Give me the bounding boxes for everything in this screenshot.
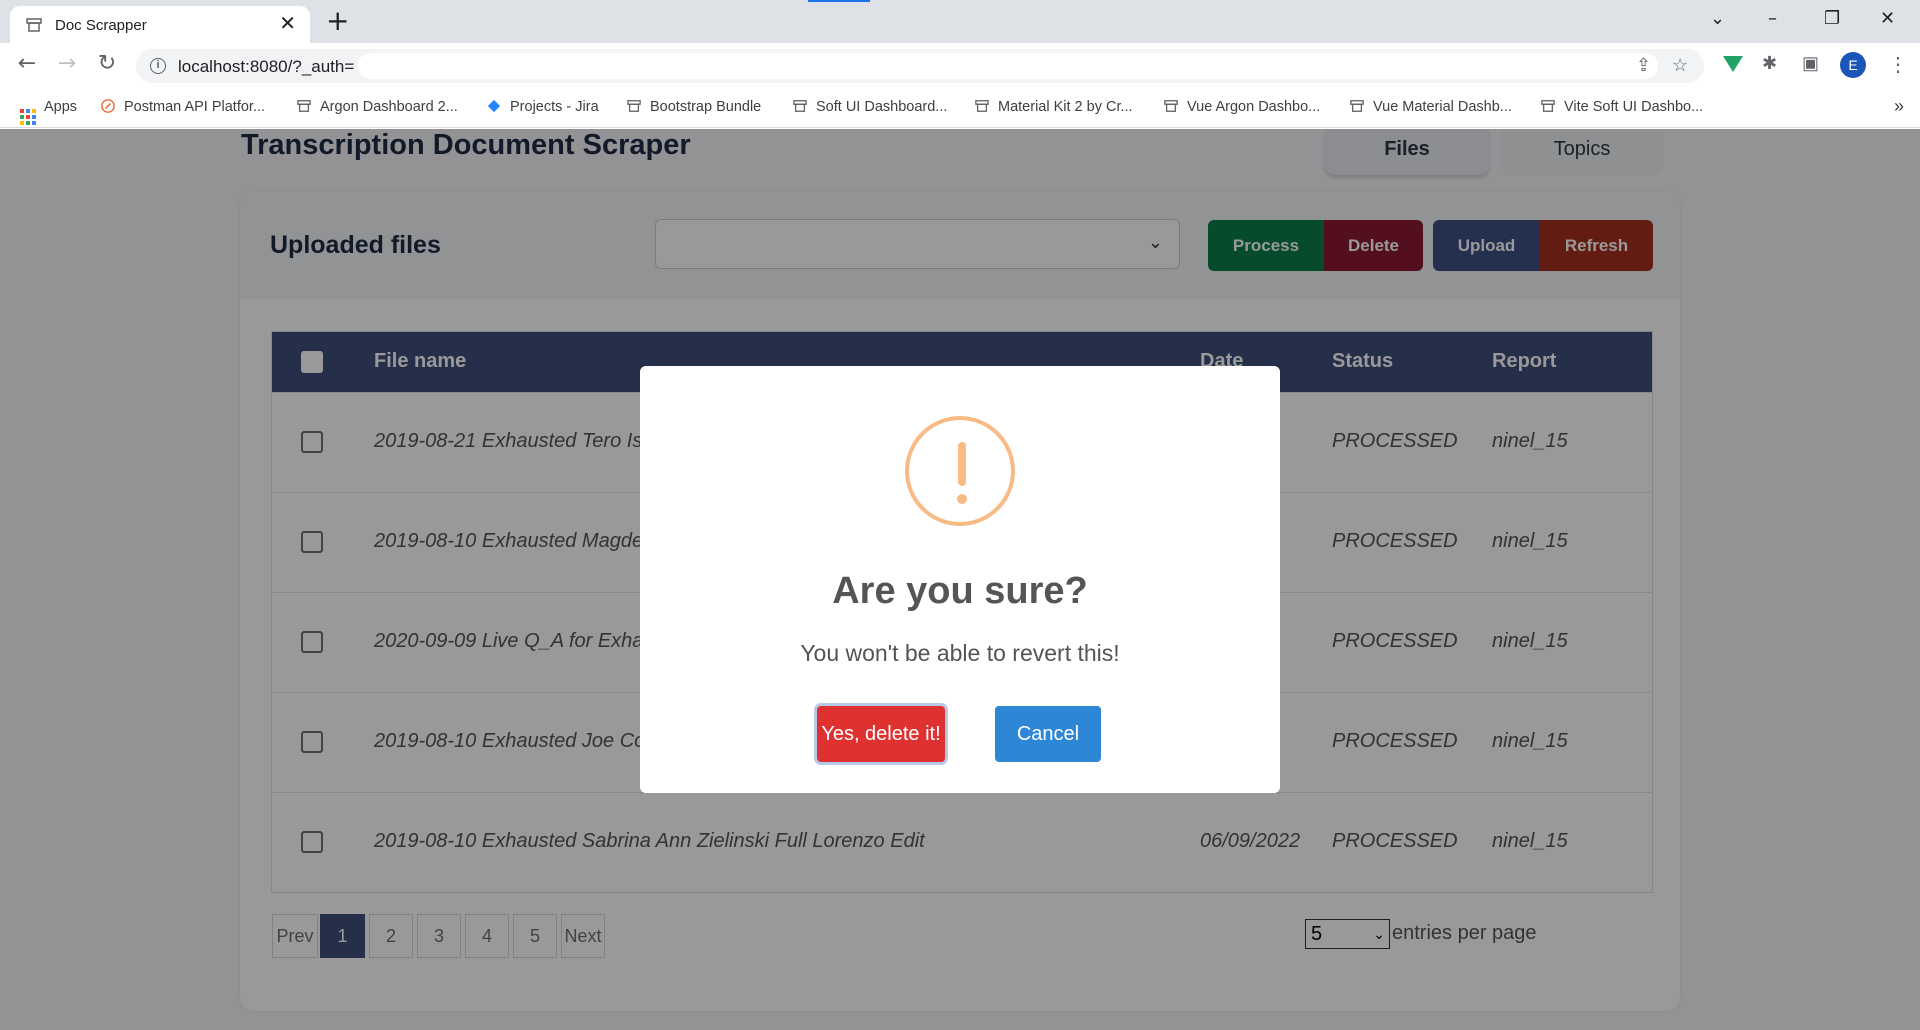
jira-icon bbox=[487, 99, 501, 113]
bookmark-label: Apps bbox=[44, 99, 78, 115]
bookmark-label: Argon Dashboard 2... bbox=[320, 99, 458, 115]
bookmark-label: Projects - Jira bbox=[510, 99, 599, 115]
apps-grid-icon bbox=[20, 109, 36, 125]
bookmark-label: Vue Material Dashb... bbox=[1373, 99, 1512, 115]
more-bookmarks-icon[interactable]: » bbox=[1894, 96, 1904, 117]
bookmark-material-kit[interactable]: Material Kit 2 by Cr... bbox=[974, 99, 1133, 115]
dialog-message: You won't be able to revert this! bbox=[800, 640, 1120, 666]
new-tab-icon[interactable]: + bbox=[326, 6, 349, 36]
share-icon[interactable]: ⇪ bbox=[1636, 55, 1651, 76]
bookmark-label: Vue Argon Dashbo... bbox=[1187, 99, 1321, 115]
bookmark-argon-dashboard[interactable]: Argon Dashboard 2... bbox=[296, 99, 458, 115]
window-close-icon[interactable]: ✕ bbox=[1880, 8, 1895, 29]
url-text[interactable]: localhost:8080/?_auth= bbox=[178, 57, 354, 77]
reload-icon[interactable]: ↻ bbox=[94, 51, 120, 77]
warning-icon-bar bbox=[958, 442, 966, 486]
side-panel-icon[interactable]: ▣ bbox=[1802, 53, 1819, 74]
page-favicon-icon bbox=[26, 18, 42, 32]
address-bar[interactable]: i localhost:8080/?_auth= ⇪ ☆ bbox=[136, 49, 1704, 83]
postman-icon bbox=[101, 99, 115, 113]
extensions-icon[interactable]: ✱ bbox=[1762, 53, 1777, 74]
globe-icon bbox=[1350, 100, 1364, 112]
tab-strip-accent bbox=[808, 0, 870, 2]
back-icon[interactable]: ← bbox=[14, 51, 40, 77]
warning-icon-dot bbox=[957, 494, 967, 504]
bookmark-label: Vite Soft UI Dashbo... bbox=[1564, 99, 1704, 115]
tab-title: Doc Scrapper bbox=[55, 17, 147, 34]
bookmarks-bar: Apps Postman API Platfor... Argon Dashbo… bbox=[0, 88, 1920, 128]
cancel-button[interactable]: Cancel bbox=[995, 706, 1101, 762]
vue-devtools-icon[interactable] bbox=[1723, 56, 1743, 72]
bookmark-vue-material[interactable]: Vue Material Dashb... bbox=[1349, 99, 1512, 115]
profile-avatar[interactable]: E bbox=[1840, 52, 1866, 78]
tab-close-icon[interactable]: ✕ bbox=[279, 14, 296, 34]
bookmark-bootstrap-bundle[interactable]: Bootstrap Bundle bbox=[626, 99, 761, 115]
browser-tab[interactable]: Doc Scrapper ✕ bbox=[10, 6, 310, 43]
browser-menu-icon[interactable]: ⋮ bbox=[1888, 52, 1908, 77]
globe-icon bbox=[975, 100, 989, 112]
globe-icon bbox=[627, 100, 641, 112]
browser-toolbar: ← → ↻ i localhost:8080/?_auth= ⇪ ☆ ✱ ▣ E… bbox=[0, 43, 1920, 88]
bookmark-label: Material Kit 2 by Cr... bbox=[998, 99, 1133, 115]
bookmark-label: Postman API Platfor... bbox=[124, 99, 266, 115]
globe-icon bbox=[793, 100, 807, 112]
dialog-title: Are you sure? bbox=[832, 570, 1088, 612]
bookmark-soft-ui-dashboard[interactable]: Soft UI Dashboard... bbox=[792, 99, 947, 115]
restore-icon[interactable]: ❐ bbox=[1824, 8, 1840, 29]
bookmark-label: Soft UI Dashboard... bbox=[816, 99, 948, 115]
globe-icon bbox=[1164, 100, 1178, 112]
bookmark-star-icon[interactable]: ☆ bbox=[1672, 55, 1688, 76]
globe-icon bbox=[297, 100, 311, 112]
bookmark-vite-soft-ui[interactable]: Vite Soft UI Dashbo... bbox=[1540, 99, 1703, 115]
confirm-dialog: Are you sure? You won't be able to rever… bbox=[640, 366, 1280, 793]
bookmark-postman[interactable]: Postman API Platfor... bbox=[100, 99, 265, 115]
bookmark-label: Bootstrap Bundle bbox=[650, 99, 762, 115]
bookmark-vue-argon[interactable]: Vue Argon Dashbo... bbox=[1163, 99, 1320, 115]
bookmark-jira[interactable]: Projects - Jira bbox=[486, 99, 599, 115]
site-info-icon[interactable]: i bbox=[150, 58, 166, 74]
bookmark-apps[interactable]: Apps bbox=[20, 99, 77, 125]
tab-search-icon[interactable]: ⌄ bbox=[1710, 8, 1725, 29]
globe-icon bbox=[1541, 100, 1555, 112]
minimize-icon[interactable]: – bbox=[1768, 8, 1777, 29]
forward-icon[interactable]: → bbox=[54, 51, 80, 77]
confirm-delete-button[interactable]: Yes, delete it! bbox=[817, 706, 945, 762]
warning-icon bbox=[905, 416, 1015, 526]
browser-tab-bar: Doc Scrapper ✕ + ⌄ – ❐ ✕ bbox=[0, 0, 1920, 43]
url-redaction bbox=[358, 53, 1658, 79]
